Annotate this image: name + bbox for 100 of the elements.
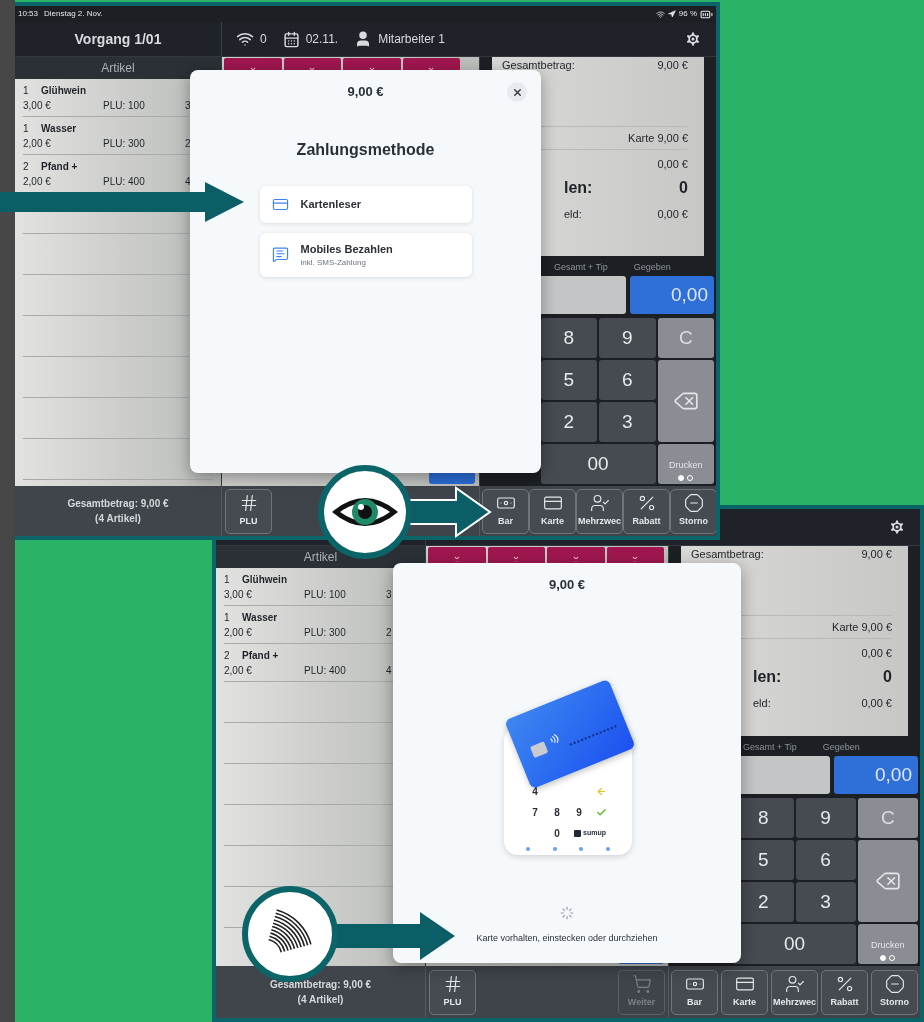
- item-price: 2,00 €: [23, 174, 52, 189]
- toolbar-button[interactable]: Karte: [721, 969, 768, 1015]
- item-quantity: 2: [23, 159, 30, 174]
- table-cell-text: 4: [386, 663, 392, 678]
- column-heading: Artikel: [303, 549, 338, 566]
- receipt-label: len:: [753, 666, 782, 687]
- person-check-icon: [589, 493, 610, 514]
- item-name: Wasser: [242, 610, 278, 625]
- close-icon: [511, 86, 523, 98]
- item-quantity: 1: [224, 572, 231, 587]
- table-cell-text: 3: [386, 587, 392, 602]
- table-cell-text: 2: [386, 625, 392, 640]
- reader-key: 0: [554, 825, 560, 841]
- item-name: Wasser: [41, 121, 77, 136]
- item-plu: PLU: 400: [304, 663, 347, 678]
- toolbar-button[interactable]: Karte: [529, 488, 576, 534]
- keypad-key[interactable]: 00: [733, 924, 856, 964]
- close-button[interactable]: [507, 82, 527, 102]
- receipt-value: 9,00 €: [657, 58, 688, 73]
- message-icon: [271, 246, 289, 264]
- total-summary: Gesamtbetrag: 9,00 € (4 Artikel): [67, 497, 169, 526]
- keypad-key[interactable]: 6: [795, 840, 856, 880]
- keypad-key[interactable]: 9: [599, 318, 656, 358]
- toolbar-button[interactable]: Mehrzwec: [771, 969, 818, 1015]
- item-plu: PLU: 300: [103, 136, 146, 151]
- octagon-minus-icon: [884, 974, 905, 995]
- receipt-value: 0: [679, 177, 688, 198]
- receipt-payment: Karte 9,00 €: [832, 619, 892, 635]
- toolbar-button[interactable]: Bar: [671, 969, 718, 1015]
- settings-icon[interactable]: [888, 518, 906, 536]
- keypad-key[interactable]: 3: [599, 402, 656, 442]
- receipt-label: len:: [564, 177, 593, 198]
- wifi-icon: [655, 9, 665, 19]
- keypad-key[interactable]: 8: [540, 318, 597, 358]
- given-field[interactable]: 0,00: [834, 756, 918, 794]
- loading-spinner-icon: [560, 905, 574, 920]
- keypad-key[interactable]: 00: [540, 444, 656, 484]
- toolbar-button[interactable]: PLU: [225, 488, 272, 534]
- dialog-title: Zahlungsmethode: [296, 139, 435, 160]
- receipt-label: eld:: [753, 695, 771, 711]
- field-label: Gesamt + Tip: [743, 740, 797, 754]
- receipt-value: 0,00 €: [861, 695, 892, 711]
- keypad-key[interactable]: 3: [795, 882, 856, 922]
- instruction-text: Karte vorhalten, einstecken oder durchziehen: [476, 931, 658, 945]
- location-icon: [667, 10, 676, 18]
- given-field[interactable]: 0,00: [630, 276, 714, 314]
- receipt-payment: Karte 9,00 €: [628, 130, 688, 146]
- toolbar-button[interactable]: Bar: [482, 488, 529, 534]
- keypad-key[interactable]: 5: [540, 360, 597, 400]
- toolbar-button[interactable]: Storno: [871, 969, 918, 1015]
- toolbar-button[interactable]: Rabatt: [623, 488, 670, 534]
- receipt-value: 0,00 €: [861, 646, 892, 661]
- cart-icon: [631, 974, 652, 995]
- receipt-label: Gesamtbetrag:: [502, 58, 575, 73]
- settings-icon[interactable]: [684, 30, 702, 48]
- receipt-label: Gesamtbetrag:: [691, 547, 764, 562]
- payment-option[interactable]: Mobiles Bezahlen inkl. SMS-Zahlung: [259, 232, 472, 277]
- receipt-label: eld:: [564, 206, 582, 222]
- table-cell-text: 4: [185, 174, 191, 189]
- reader-key: 4: [532, 783, 538, 799]
- field-label: Gegeben: [633, 260, 671, 274]
- item-quantity: 1: [224, 610, 231, 625]
- keypad-key[interactable]: 6: [599, 360, 656, 400]
- toolbar-button[interactable]: Storno: [670, 488, 716, 534]
- receipt-value: 9,00 €: [861, 547, 892, 562]
- toolbar-button[interactable]: PLU: [429, 969, 476, 1015]
- item-plu: PLU: 100: [304, 587, 347, 602]
- item-quantity: 1: [23, 121, 30, 136]
- connection-count: 0: [260, 31, 267, 48]
- check-icon: [595, 806, 607, 818]
- toolbar-button[interactable]: Mehrzwec: [576, 488, 623, 534]
- payment-option[interactable]: Kartenleser: [259, 185, 472, 223]
- total-summary: Gesamtbetrag: 9,00 € (4 Artikel): [269, 978, 372, 1007]
- item-plu: PLU: 300: [304, 625, 347, 640]
- item-price: 3,00 €: [224, 587, 253, 602]
- reader-key: 8: [554, 804, 560, 820]
- toolbar-button[interactable]: Rabatt: [821, 969, 868, 1015]
- header-date: 02.11.: [305, 31, 339, 48]
- field-label: Gesamt + Tip: [554, 260, 608, 274]
- reader-key: 7: [532, 804, 538, 820]
- table-cell-text: 2: [185, 136, 191, 151]
- item-plu: PLU: 100: [103, 98, 146, 113]
- calendar-icon: [282, 30, 300, 48]
- status-time: 10:53: [18, 8, 39, 20]
- header-title: Vorgang 1/01: [74, 29, 162, 49]
- keypad-key[interactable]: 2: [540, 402, 597, 442]
- item-price: 3,00 €: [23, 98, 52, 113]
- reader-key: 9: [576, 804, 582, 820]
- keypad-key[interactable]: 9: [795, 798, 856, 838]
- item-quantity: 2: [224, 648, 231, 663]
- user-name: Mitarbeiter 1: [378, 31, 445, 48]
- item-quantity: 1: [23, 83, 30, 98]
- backspace-key[interactable]: [657, 360, 714, 442]
- column-heading: Artikel: [101, 60, 135, 77]
- field-label: Gegeben: [822, 740, 860, 754]
- item-plu: PLU: 400: [103, 174, 146, 189]
- wifi-icon: [236, 30, 254, 48]
- item-price: 2,00 €: [224, 625, 253, 640]
- item-name: Pfand +: [242, 648, 279, 663]
- option-label: Kartenleser: [300, 196, 362, 212]
